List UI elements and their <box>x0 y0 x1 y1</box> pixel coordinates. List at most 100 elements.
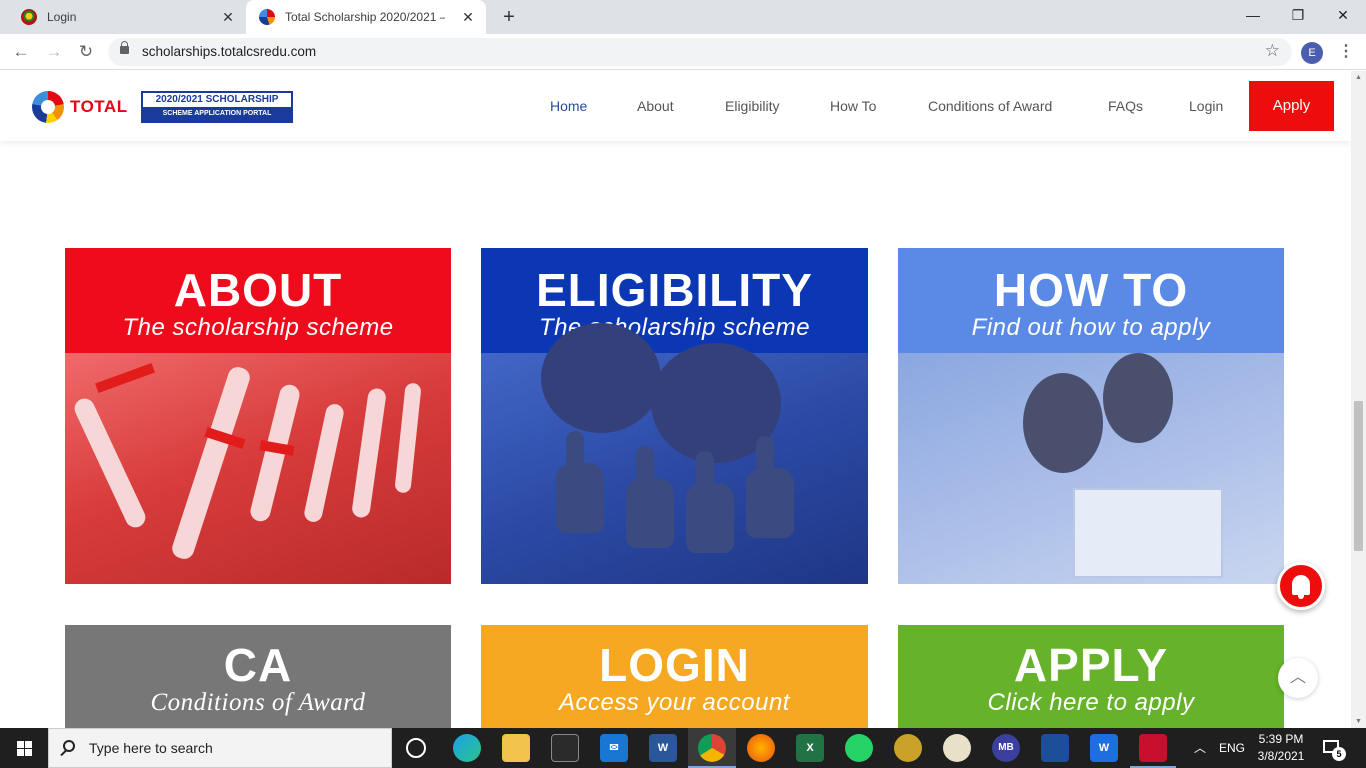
card-title: APPLY <box>1013 639 1169 691</box>
nav-eligibility[interactable]: Eligibility <box>725 71 779 141</box>
card-title: ELIGIBILITY <box>536 264 813 316</box>
card-title: ABOUT <box>173 264 343 316</box>
search-placeholder: Type here to search <box>89 740 213 756</box>
edge-browser-icon[interactable] <box>453 734 481 762</box>
url-text: scholarships.totalcsredu.com <box>142 44 317 59</box>
task-view-icon[interactable] <box>406 738 426 758</box>
logo-badge-line2: SCHEME APPLICATION PORTAL <box>143 107 291 121</box>
scrollbar-thumb[interactable] <box>1354 401 1363 551</box>
nav-conditions-of-award[interactable]: Conditions of Award <box>928 71 1052 141</box>
microsoft-store-icon[interactable] <box>551 734 579 762</box>
taskbar-clock[interactable]: 5:39 PM 3/8/2021 <box>1253 731 1309 765</box>
restore-button[interactable]: ❐ <box>1275 0 1321 30</box>
tab-login[interactable]: Login ✕ <box>8 0 246 34</box>
card-conditions-of-award[interactable]: CA Conditions of Award <box>65 625 451 728</box>
card-subtitle: Click here to apply <box>987 689 1195 716</box>
logo-badge: 2020/2021 SCHOLARSHIP SCHEME APPLICATION… <box>141 91 293 123</box>
excel-icon[interactable]: X <box>796 734 824 762</box>
paint-icon[interactable] <box>943 734 971 762</box>
app-emblem-icon[interactable] <box>894 734 922 762</box>
page-viewport: TOTAL 2020/2021 SCHOLARSHIP SCHEME APPLI… <box>0 71 1351 728</box>
clock-date: 3/8/2021 <box>1257 749 1305 763</box>
chevron-up-icon: ︿ <box>1289 669 1306 686</box>
card-about[interactable]: ABOUT The scholarship scheme <box>65 248 451 584</box>
tray-chevron-icon[interactable]: ︿ <box>1194 728 1206 768</box>
nav-faqs[interactable]: FAQs <box>1108 71 1143 141</box>
back-arrow-icon[interactable]: ← <box>10 41 32 63</box>
card-subtitle: The scholarship scheme <box>538 314 811 341</box>
card-subtitle: Conditions of Award <box>150 689 366 716</box>
card-banner: ABOUT The scholarship scheme <box>65 248 451 353</box>
bell-icon <box>1292 575 1310 599</box>
site-header: TOTAL 2020/2021 SCHOLARSHIP SCHEME APPLI… <box>0 71 1351 141</box>
scroll-to-top-button[interactable]: ︿ <box>1278 658 1318 698</box>
total-logo-mark-icon <box>32 91 64 123</box>
card-subtitle: Access your account <box>559 689 790 716</box>
notification-count: 5 <box>1332 747 1346 761</box>
file-explorer-icon[interactable] <box>502 734 530 762</box>
windows-taskbar: Type here to search ✉ W X MB W ︿ ENG 5:3… <box>0 728 1366 768</box>
windows-start-button[interactable] <box>0 728 48 768</box>
presentation-app-icon[interactable] <box>1139 734 1167 762</box>
card-banner: LOGIN Access your account <box>481 625 868 728</box>
lock-icon <box>120 41 129 54</box>
browser-menu-icon[interactable]: ⋮ <box>1338 41 1354 63</box>
tab-title: Total Scholarship 2020/2021 — N <box>285 10 445 24</box>
card-subtitle: The scholarship scheme <box>122 314 394 341</box>
minimize-button[interactable]: — <box>1230 0 1276 30</box>
card-apply[interactable]: APPLY Click here to apply <box>898 625 1284 728</box>
card-title: HOW TO <box>993 264 1189 316</box>
nav-how-to[interactable]: How To <box>830 71 876 141</box>
profile-avatar[interactable]: E <box>1301 42 1323 64</box>
card-title: CA <box>223 639 293 691</box>
card-login[interactable]: LOGIN Access your account <box>481 625 868 728</box>
card-banner: HOW TO Find out how to apply <box>898 248 1284 353</box>
card-title: LOGIN <box>599 639 750 691</box>
nav-about[interactable]: About <box>637 71 674 141</box>
close-tab-icon[interactable]: ✕ <box>460 9 476 25</box>
page-scrollbar[interactable]: ▲ ▼ <box>1351 71 1366 728</box>
chrome-icon[interactable] <box>698 734 726 762</box>
wps-writer-icon[interactable]: W <box>1090 734 1118 762</box>
logo-badge-line1: 2020/2021 SCHOLARSHIP <box>155 94 279 105</box>
total-favicon-icon <box>259 9 275 25</box>
card-banner: CA Conditions of Award <box>65 625 451 728</box>
forward-arrow-icon[interactable]: → <box>43 41 65 63</box>
total-scholarship-logo[interactable]: TOTAL 2020/2021 SCHOLARSHIP SCHEME APPLI… <box>32 89 294 125</box>
search-icon <box>63 740 75 752</box>
mail-icon[interactable]: ✉ <box>600 734 628 762</box>
scroll-down-arrow-icon[interactable]: ▼ <box>1354 718 1363 725</box>
graduates-diplomas-image <box>65 353 451 584</box>
malwarebytes-icon[interactable]: MB <box>992 734 1020 762</box>
address-bar-row: ← → ↻ scholarships.totalcsredu.com ☆ E ⋮ <box>0 34 1366 70</box>
tab-total-scholarship[interactable]: Total Scholarship 2020/2021 — N ✕ <box>246 0 486 34</box>
close-window-button[interactable]: ✕ <box>1320 0 1366 30</box>
card-subtitle: Find out how to apply <box>971 314 1211 341</box>
students-thumbs-up-image <box>481 323 868 584</box>
action-center-button[interactable]: 5 <box>1320 737 1346 761</box>
taskbar-search-box[interactable]: Type here to search <box>48 728 392 768</box>
firefox-icon[interactable] <box>747 734 775 762</box>
tab-title: Login <box>47 10 77 24</box>
card-how-to[interactable]: HOW TO Find out how to apply <box>898 248 1284 584</box>
close-tab-icon[interactable]: ✕ <box>220 9 236 25</box>
site-favicon-icon <box>21 9 37 25</box>
browser-tab-bar: Login ✕ Total Scholarship 2020/2021 — N … <box>0 0 1366 34</box>
nav-login[interactable]: Login <box>1189 71 1223 141</box>
card-eligibility[interactable]: ELIGIBILITY The scholarship scheme <box>481 248 868 584</box>
language-indicator[interactable]: ENG <box>1219 728 1245 768</box>
clock-time: 5:39 PM <box>1258 732 1304 746</box>
omnibox[interactable]: scholarships.totalcsredu.com ☆ <box>108 38 1292 66</box>
new-tab-button[interactable]: + <box>498 6 520 28</box>
students-laptop-image <box>898 353 1284 584</box>
notification-bell-button[interactable] <box>1277 562 1325 610</box>
word-icon[interactable]: W <box>649 734 677 762</box>
apply-button[interactable]: Apply <box>1249 81 1334 131</box>
scroll-up-arrow-icon[interactable]: ▲ <box>1354 74 1363 81</box>
card-banner: ELIGIBILITY The scholarship scheme <box>481 248 868 353</box>
document-app-icon[interactable] <box>1041 734 1069 762</box>
reload-icon[interactable]: ↻ <box>75 41 97 63</box>
whatsapp-icon[interactable] <box>845 734 873 762</box>
nav-home[interactable]: Home <box>550 71 587 141</box>
bookmark-star-icon[interactable]: ☆ <box>1265 41 1280 61</box>
